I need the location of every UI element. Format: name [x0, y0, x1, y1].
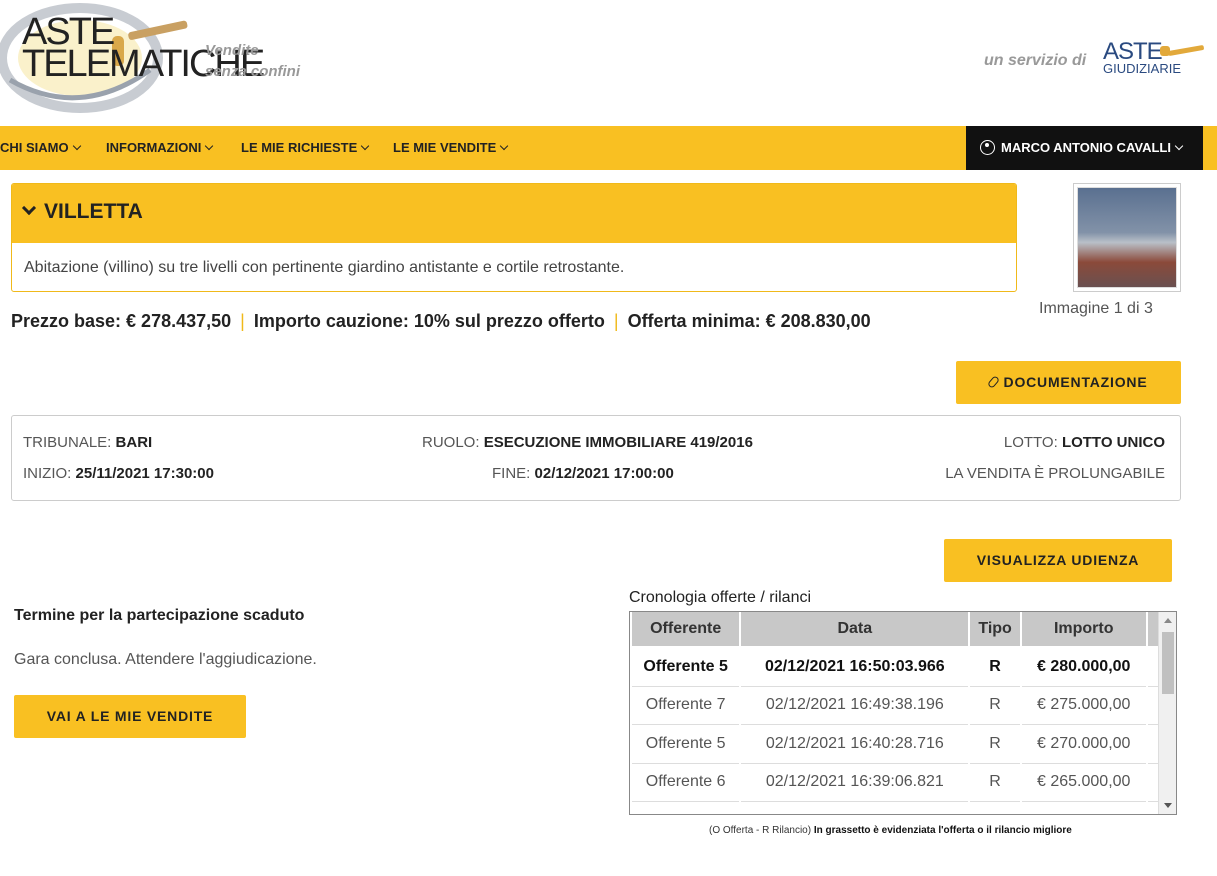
cell-importo: € 265.000,00 [1021, 764, 1146, 802]
bids-table-container: Offerente Data Tipo Importo Offerente 5 … [629, 611, 1177, 815]
cell-spacer [1147, 764, 1158, 802]
separator: | [240, 311, 245, 331]
base-price: Prezzo base: € 278.437,50 [11, 311, 232, 331]
bids-scrollbar[interactable] [1158, 612, 1176, 814]
lot-title-bar[interactable]: VILLETTA [12, 184, 1016, 243]
chevron-down-icon [1174, 141, 1184, 151]
fine: FINE: 02/12/2021 17:00:00 [492, 465, 674, 482]
cell-importo: € 275.000,00 [1021, 687, 1146, 725]
lot-thumbnail[interactable] [1073, 183, 1181, 292]
cell-offerente: Offerente 5 [632, 648, 740, 687]
paperclip-icon [986, 375, 1000, 389]
documentation-button[interactable]: DOCUMENTAZIONE [956, 361, 1181, 404]
tagline-line-1: Vendite [205, 42, 259, 59]
site-logo[interactable]: ASTE TELEMATICHE Vendite senza confini [0, 0, 330, 120]
table-row: Offerente 5 02/12/2021 16:50:03.966 R € … [632, 648, 1158, 687]
separator: | [613, 311, 619, 331]
tagline-line-2: senza confini [205, 63, 301, 80]
col-offerente: Offerente [632, 612, 740, 648]
col-tipo: Tipo [970, 612, 1020, 648]
ruolo: RUOLO: ESECUZIONE IMMOBILIARE 419/2016 [422, 434, 753, 451]
property-photo [1077, 187, 1177, 288]
cell-tipo: R [970, 764, 1020, 802]
inizio: INIZIO: 25/11/2021 17:30:00 [23, 465, 214, 482]
chevron-down-icon [72, 141, 81, 151]
col-data: Data [741, 612, 969, 648]
table-row: Offerente 5 02/12/2021 16:40:28.716 R € … [632, 725, 1158, 764]
chevron-down-icon [21, 200, 37, 216]
cell-tipo: R [970, 725, 1020, 764]
table-header-row: Offerente Data Tipo Importo [632, 612, 1158, 648]
lot-description: Abitazione (villino) su tre livelli con … [24, 259, 625, 276]
cell-offerente: Offerente 6 [632, 764, 740, 802]
status-title: Termine per la partecipazione scaduto [14, 607, 305, 624]
nav-informazioni[interactable]: INFORMAZIONI [106, 126, 214, 170]
cell-data: 02/12/2021 16:49:38.196 [741, 687, 969, 725]
image-caption: Immagine 1 di 3 [1039, 300, 1153, 317]
price-summary: Prezzo base: € 278.437,50 | Importo cauzio… [11, 311, 871, 332]
my-sales-button[interactable]: VAI A LE MIE VENDITE [14, 695, 246, 738]
table-row: Offerente 7 02/12/2021 16:49:38.196 R € … [632, 687, 1158, 725]
cell-offerente: Offerente 5 [632, 725, 740, 764]
table-row: Offerente 6 02/12/2021 16:39:06.821 R € … [632, 764, 1158, 802]
partner-line-2: GIUDIZIARIE [1103, 61, 1182, 76]
legend-types: (O Offerta - R Rilancio) [709, 825, 812, 836]
chevron-down-icon [500, 141, 509, 151]
scrollbar-thumb[interactable] [1162, 632, 1174, 694]
service-text: un servizio di [984, 52, 1087, 69]
legend-bold-note: In grassetto è evidenziata l'offerta o i… [813, 825, 1072, 836]
bids-title: Cronologia offerte / rilanci [629, 589, 812, 606]
nav-le-mie-vendite[interactable]: LE MIE VENDITE [393, 126, 509, 170]
lot-title: VILLETTA [21, 200, 143, 224]
cell-importo: € 280.000,00 [1021, 648, 1146, 687]
minimum-offer: Offerta minima: € 208.830,00 [627, 311, 871, 331]
gavel-icon [1160, 45, 1204, 56]
user-circle-icon [980, 140, 995, 155]
cell-tipo: R [970, 687, 1020, 725]
cell-data: 02/12/2021 16:50:03.966 [741, 648, 969, 687]
user-menu[interactable]: MARCO ANTONIO CAVALLI [966, 126, 1203, 170]
col-importo: Importo [1021, 612, 1146, 648]
tagline: Vendite senza confini [205, 40, 300, 82]
deposit-amount: Importo cauzione: 10% sul prezzo offerto [253, 311, 605, 331]
scroll-up-arrow-icon[interactable] [1164, 618, 1172, 623]
scroll-down-arrow-icon[interactable] [1164, 803, 1172, 808]
nav-le-mie-richieste[interactable]: LE MIE RICHIESTE [241, 126, 370, 170]
cell-offerente: Offerente 7 [632, 687, 740, 725]
cell-data: 02/12/2021 16:40:28.716 [741, 725, 969, 764]
view-hearing-button[interactable]: VISUALIZZA UDIENZA [944, 539, 1172, 582]
lot-card: VILLETTA Abitazione (villino) su tre liv… [11, 183, 1017, 292]
chevron-down-icon [361, 141, 370, 151]
lotto: LOTTO: LOTTO UNICO [1003, 434, 1165, 451]
bids-table: Offerente Data Tipo Importo Offerente 5 … [630, 612, 1160, 802]
sale-info-box: TRIBUNALE: BARI RUOLO: ESECUZIONE IMMOBI… [11, 415, 1181, 501]
status-message: Gara conclusa. Attendere l'aggiudicazion… [14, 651, 317, 668]
nav-chi-siamo[interactable]: CHI SIAMO [0, 126, 81, 170]
cell-data: 02/12/2021 16:39:06.821 [741, 764, 969, 802]
cell-spacer [1147, 687, 1158, 725]
cell-spacer [1147, 725, 1158, 764]
prolungabile-note: LA VENDITA È PROLUNGABILE [945, 465, 1165, 482]
chevron-down-icon [205, 141, 214, 151]
bids-legend: (O Offerta - R Rilancio) In grassetto è … [709, 825, 1072, 836]
user-name: MARCO ANTONIO CAVALLI [1001, 140, 1171, 155]
col-spacer [1147, 612, 1158, 648]
tribunale: TRIBUNALE: BARI [23, 434, 153, 451]
cell-spacer [1147, 648, 1158, 687]
cell-importo: € 270.000,00 [1021, 725, 1146, 764]
cell-tipo: R [970, 648, 1020, 687]
